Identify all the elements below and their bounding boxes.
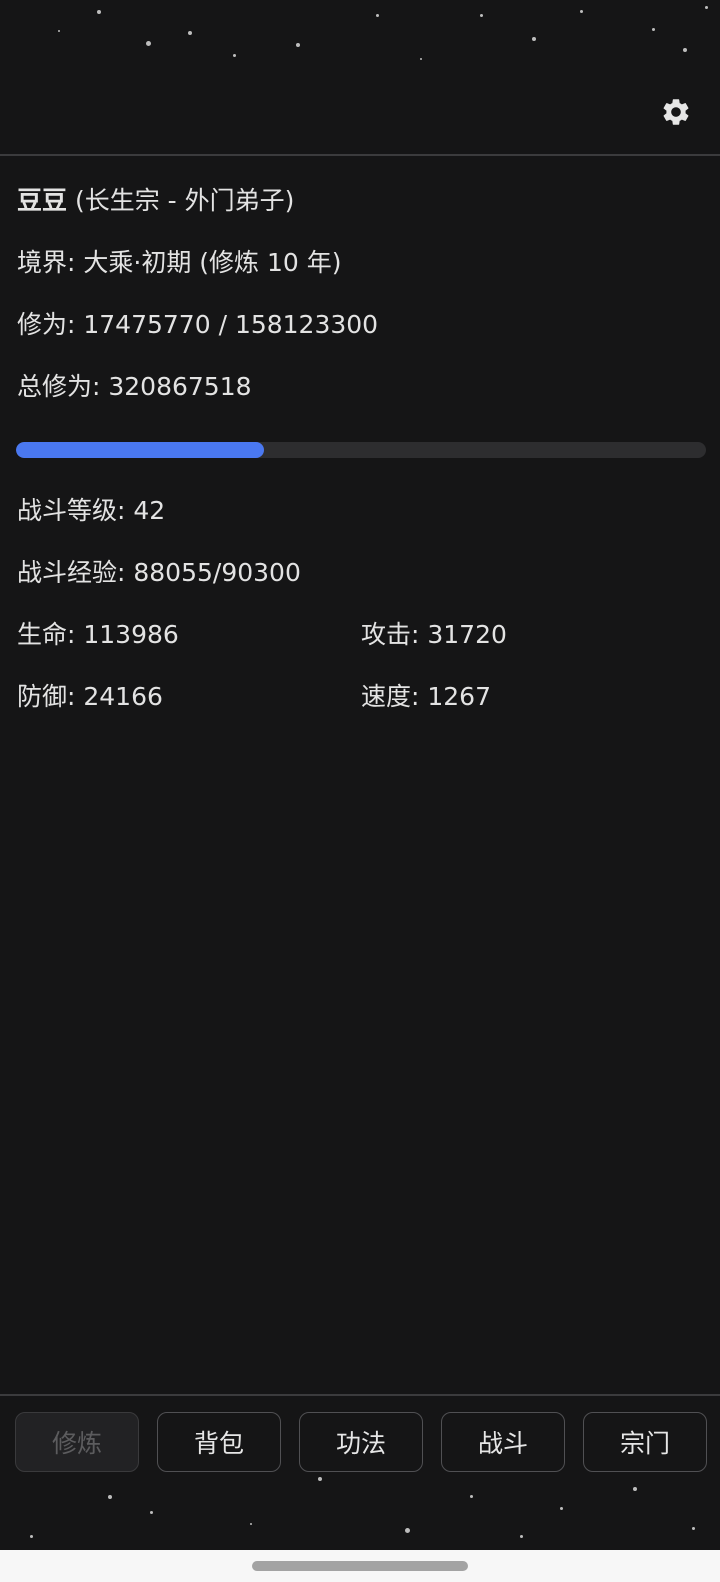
gear-icon <box>663 99 689 125</box>
speed-label: 速度: <box>361 682 428 711</box>
combat-level-value: 42 <box>133 496 166 525</box>
cultivation-progress-fill <box>16 442 265 458</box>
defense-value: 24166 <box>83 682 163 711</box>
starfield-bottom <box>0 1465 720 1550</box>
combat-exp-line: 战斗经验: 88055/90300 <box>17 542 707 604</box>
speed-value: 1267 <box>427 682 491 711</box>
speed-stat: 速度: 1267 <box>361 666 705 728</box>
combat-level-label: 战斗等级: <box>17 496 134 525</box>
combat-exp-value: 88055/90300 <box>133 558 301 587</box>
app-screen: 豆豆 (长生宗 - 外门弟子) 境界: 大乘·初期 (修炼 10 年) 修为: … <box>0 0 720 1582</box>
nav-bag-button[interactable]: 背包 <box>157 1412 281 1472</box>
settings-button[interactable] <box>654 90 698 134</box>
nav-skills-button[interactable]: 功法 <box>299 1412 423 1472</box>
combat-level-line: 战斗等级: 42 <box>17 480 707 542</box>
attack-value: 31720 <box>427 620 507 649</box>
hp-stat: 生命: 113986 <box>17 604 361 666</box>
combat-exp-label: 战斗经验: <box>17 558 134 587</box>
hp-value: 113986 <box>83 620 179 649</box>
player-affiliation: (长生宗 - 外门弟子) <box>67 186 295 215</box>
cultivation-value: 17475770 / 158123300 <box>83 310 379 339</box>
realm-line: 境界: 大乘·初期 (修炼 10 年) <box>17 222 707 284</box>
defense-speed-row: 防御: 24166 速度: 1267 <box>17 666 707 728</box>
total-cultivation-value: 320867518 <box>108 372 252 401</box>
header-divider <box>0 154 720 156</box>
player-info: 豆豆 (长生宗 - 外门弟子) 境界: 大乘·初期 (修炼 10 年) 修为: … <box>17 160 707 408</box>
realm-value: 大乘·初期 (修炼 10 年) <box>83 248 342 277</box>
total-cultivation-line: 总修为: 320867518 <box>17 346 707 408</box>
player-name-line: 豆豆 (长生宗 - 外门弟子) <box>17 160 707 222</box>
realm-label: 境界: <box>17 248 84 277</box>
cultivation-progress-bar <box>16 442 706 458</box>
starfield-top <box>0 0 720 80</box>
attack-label: 攻击: <box>361 620 428 649</box>
nav-sect-button[interactable]: 宗门 <box>583 1412 707 1472</box>
hp-attack-row: 生命: 113986 攻击: 31720 <box>17 604 707 666</box>
total-cultivation-label: 总修为: <box>17 372 109 401</box>
player-name: 豆豆 <box>17 186 68 215</box>
cultivation-label: 修为: <box>17 310 84 339</box>
home-indicator[interactable] <box>252 1561 468 1571</box>
hp-label: 生命: <box>17 620 84 649</box>
defense-stat: 防御: 24166 <box>17 666 361 728</box>
header <box>0 80 720 155</box>
nav-divider <box>0 1394 720 1396</box>
defense-label: 防御: <box>17 682 84 711</box>
cultivation-line: 修为: 17475770 / 158123300 <box>17 284 707 346</box>
system-gesture-bar <box>0 1550 720 1582</box>
nav-cultivate-button[interactable]: 修炼 <box>15 1412 139 1472</box>
attack-stat: 攻击: 31720 <box>361 604 705 666</box>
combat-stats: 战斗等级: 42 战斗经验: 88055/90300 生命: 113986 攻击… <box>17 480 707 728</box>
nav-battle-button[interactable]: 战斗 <box>441 1412 565 1472</box>
